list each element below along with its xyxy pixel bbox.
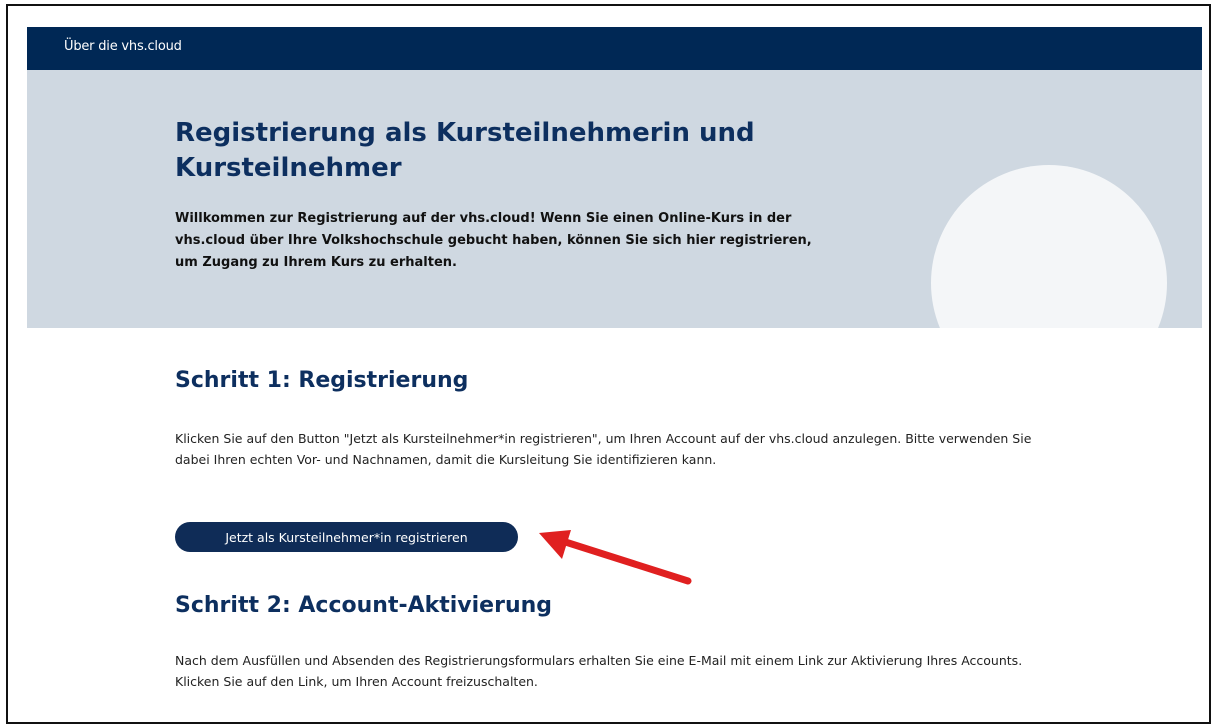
about-vhs-cloud-link[interactable]: Über die vhs.cloud [64, 39, 182, 54]
top-navigation-bar: Über die vhs.cloud [27, 27, 1202, 70]
page-title: Registrierung als Kursteilnehmerin und K… [175, 118, 755, 183]
red-arrow-icon [539, 530, 692, 585]
step-2-text: Nach dem Ausfüllen und Absenden des Regi… [175, 653, 1023, 689]
registration-hero: Registrierung als Kursteilnehmerin und K… [27, 70, 1202, 328]
register-participant-button[interactable]: Jetzt als Kursteilnehmer*in registrieren [175, 522, 518, 552]
page-frame: Über die vhs.cloud Registrierung als Kur… [6, 4, 1211, 724]
step-2-title: Schritt 2: Account-Aktivierung [175, 593, 553, 618]
decorative-circle [931, 165, 1167, 328]
hero-intro-text: Willkommen zur Registrierung auf der vhs… [175, 211, 812, 270]
step-1-title: Schritt 1: Registrierung [175, 368, 469, 393]
step-1-text: Klicken Sie auf den Button "Jetzt als Ku… [175, 431, 1032, 467]
